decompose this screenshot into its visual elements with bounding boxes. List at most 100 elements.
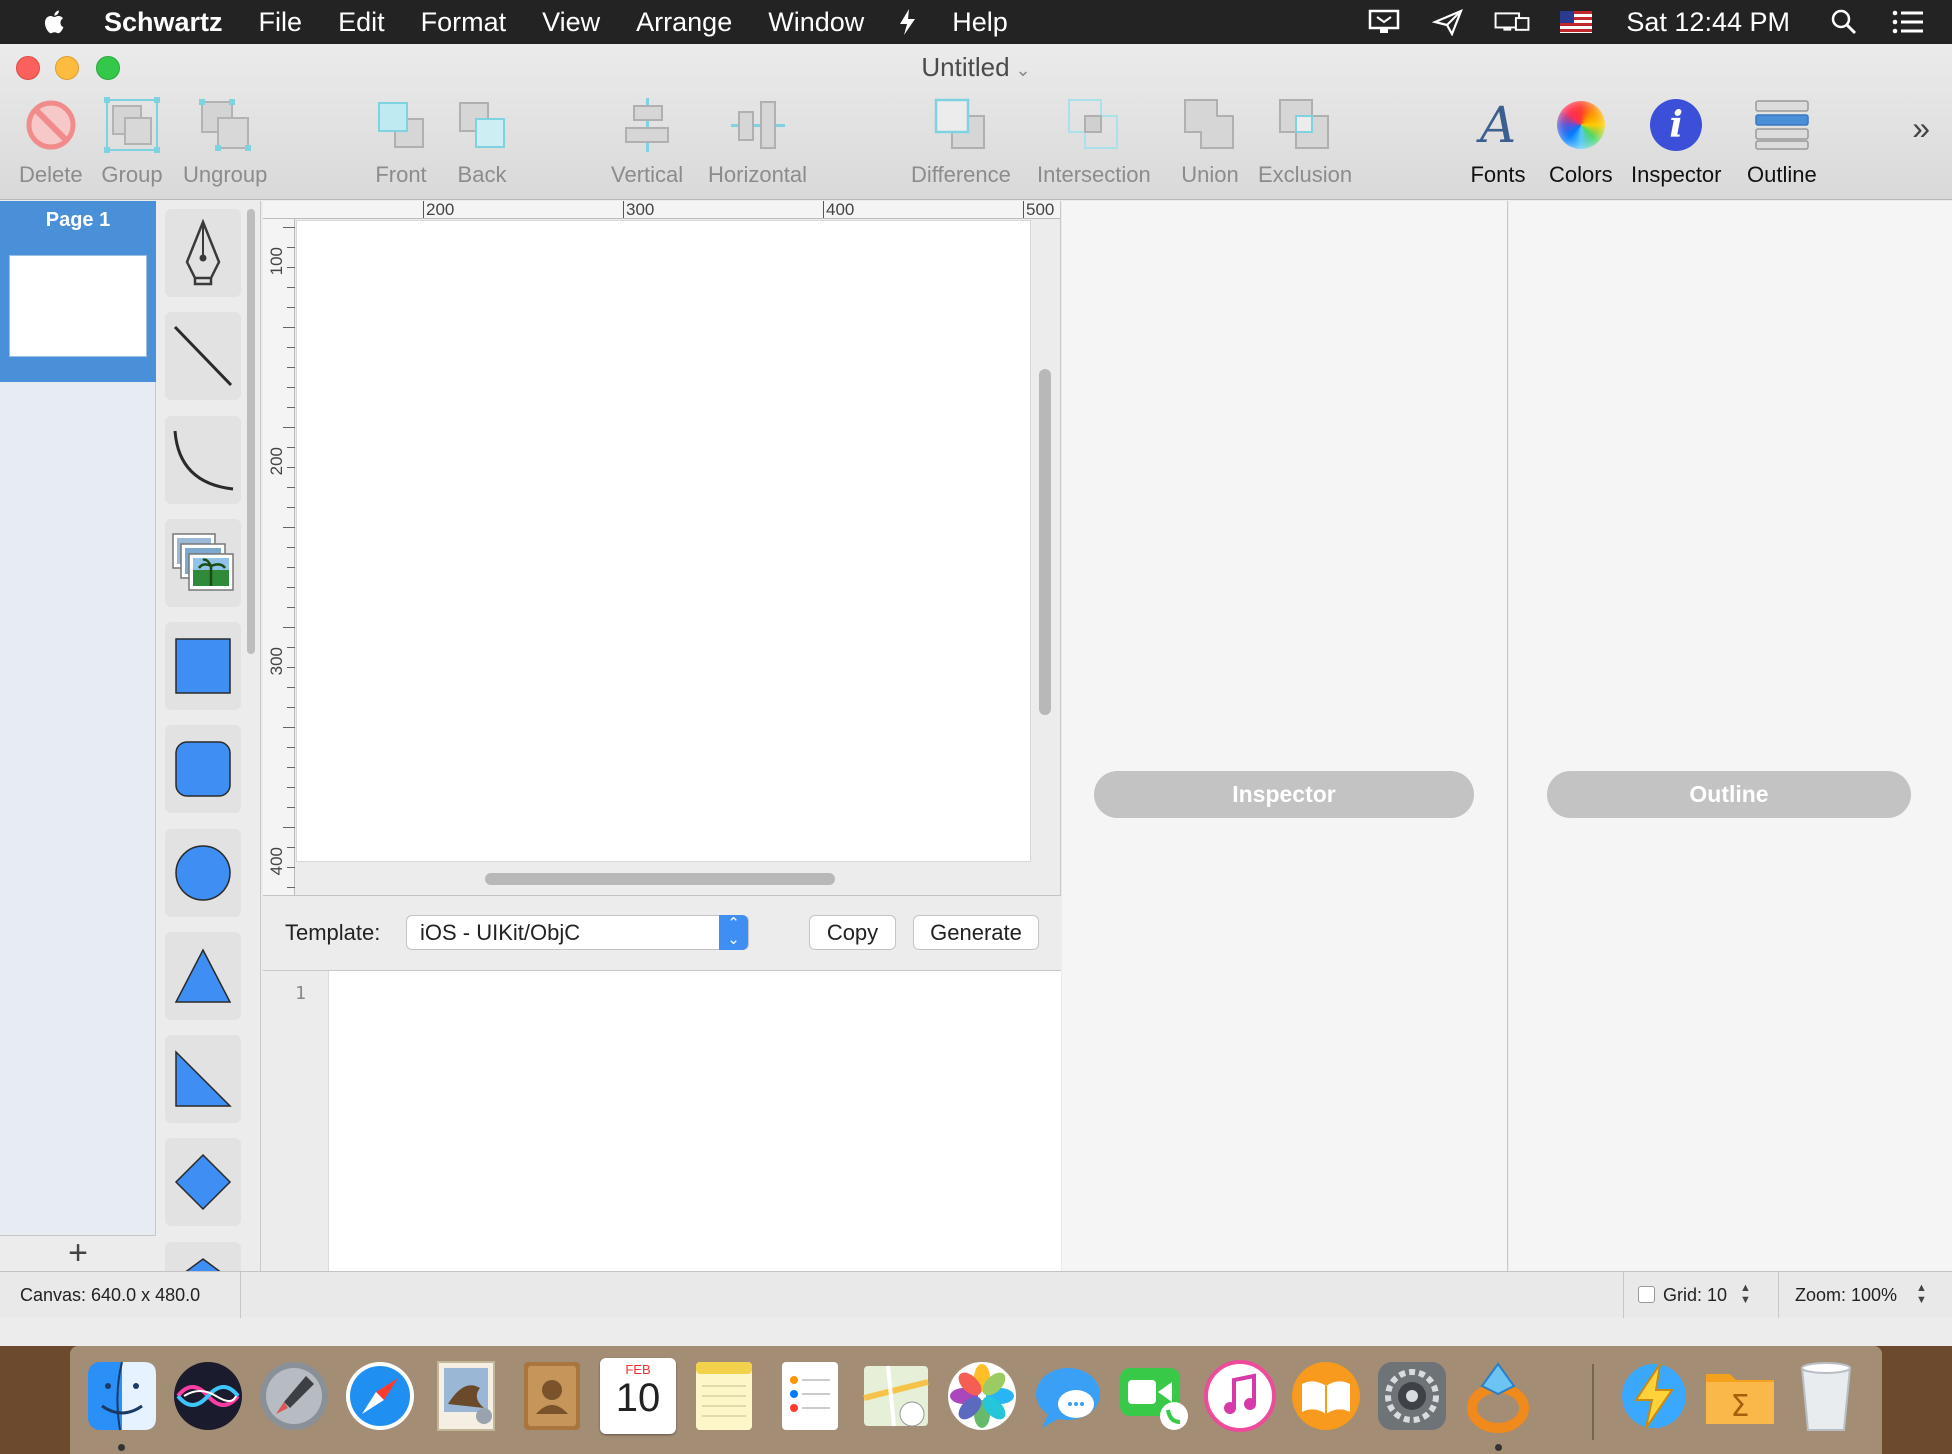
calendar-icon[interactable]: FEB 10 (600, 1358, 676, 1434)
ruler-label-300v: 300 (267, 647, 286, 676)
menu-arrange[interactable]: Arrange (618, 0, 750, 44)
ruler-tick (287, 847, 295, 848)
align-vertical-button[interactable]: Vertical (611, 92, 683, 188)
grid-stepper[interactable]: ▲ ▼ (1740, 1282, 1751, 1306)
schwartz-icon[interactable] (1460, 1358, 1536, 1434)
code-editor[interactable] (329, 971, 1061, 1272)
delete-button[interactable]: Delete (19, 92, 83, 188)
send-to-back-button[interactable]: Back (451, 92, 513, 188)
intersection-button[interactable]: Intersection (1037, 92, 1151, 188)
inspector-button[interactable]: i Inspector (1631, 92, 1722, 188)
add-page-button[interactable]: + (0, 1235, 156, 1271)
photos-icon[interactable] (944, 1358, 1020, 1434)
itunes-icon[interactable] (1202, 1358, 1278, 1434)
script-menu-icon[interactable] (894, 7, 922, 37)
ungroup-icon (194, 92, 256, 158)
canvas-size-label: Canvas: 640.0 x 480.0 (20, 1285, 201, 1305)
documents-icon[interactable]: Σ (1702, 1358, 1778, 1434)
menu-help[interactable]: Help (934, 0, 1026, 44)
toolbar-overflow-icon[interactable]: » (1912, 110, 1930, 147)
template-select[interactable]: iOS - UIKit/ObjC ⌃ ⌄ (406, 915, 749, 950)
difference-button[interactable]: Difference (911, 92, 1011, 188)
notes-icon[interactable] (686, 1358, 762, 1434)
launchpad-icon[interactable] (256, 1358, 332, 1434)
system-preferences-icon[interactable] (1374, 1358, 1450, 1434)
bring-to-front-button[interactable]: Front (370, 92, 432, 188)
window-title[interactable]: Untitled ⌄ (0, 52, 1952, 83)
spotlight-icon[interactable] (1826, 7, 1862, 37)
siri-icon[interactable] (170, 1358, 246, 1434)
menu-format[interactable]: Format (403, 0, 525, 44)
menu-edit[interactable]: Edit (320, 0, 403, 44)
ruler-tick (283, 527, 295, 528)
back-label: Back (457, 162, 507, 187)
group-icon (101, 92, 163, 158)
canvas-horizontal-scrollbar[interactable] (485, 873, 835, 885)
tools-scrollbar[interactable] (247, 209, 255, 654)
messages-icon[interactable] (1030, 1358, 1106, 1434)
generate-button[interactable]: Generate (913, 915, 1039, 950)
ruler-tick (287, 587, 295, 588)
ruler-tick (287, 867, 295, 868)
ruler-tick (283, 627, 295, 628)
zoom-stepper[interactable]: ▲ ▼ (1916, 1282, 1927, 1306)
trash-icon[interactable] (1788, 1358, 1864, 1434)
page-item[interactable]: Page 1 (0, 201, 156, 382)
image-tool[interactable] (165, 519, 241, 607)
safari-icon[interactable] (342, 1358, 418, 1434)
triangle-tool[interactable] (165, 932, 241, 1020)
canvas-vertical-scrollbar[interactable] (1039, 369, 1051, 715)
notification-center-icon[interactable] (1890, 7, 1926, 37)
ruler-tick (287, 367, 295, 368)
airplay-status-icon[interactable] (1494, 7, 1530, 37)
rounded-rectangle-icon (175, 741, 231, 797)
pen-tool[interactable] (165, 209, 241, 297)
pentagon-tool[interactable] (165, 1242, 241, 1271)
group-label: Group (101, 162, 163, 187)
menu-view[interactable]: View (524, 0, 618, 44)
ruler-tick (287, 687, 295, 688)
arc-tool[interactable] (165, 416, 241, 504)
ruler-tick (287, 347, 295, 348)
drawing-canvas[interactable] (296, 220, 1031, 862)
line-tool[interactable] (165, 312, 241, 400)
line-number-gutter: 1 (263, 971, 329, 1272)
facetime-icon[interactable] (1116, 1358, 1192, 1434)
fonts-label: Fonts (1470, 162, 1526, 187)
finder-icon[interactable] (84, 1358, 160, 1434)
ungroup-button[interactable]: Ungroup (183, 92, 267, 188)
contacts-icon[interactable] (514, 1358, 590, 1434)
colors-button[interactable]: Colors (1549, 92, 1613, 188)
reminders-icon[interactable] (772, 1358, 848, 1434)
diamond-tool[interactable] (165, 1138, 241, 1226)
ibooks-icon[interactable] (1288, 1358, 1364, 1434)
send-status-icon[interactable] (1430, 7, 1466, 37)
us-flag-icon[interactable] (1558, 7, 1594, 37)
downloads-icon[interactable] (1616, 1358, 1692, 1434)
group-button[interactable]: Group (101, 92, 163, 188)
fonts-button[interactable]: A Fonts (1467, 92, 1529, 188)
union-button[interactable]: Union (1179, 92, 1241, 188)
ruler-label-300: 300 (623, 201, 654, 218)
apple-menu-icon[interactable] (40, 7, 70, 37)
exclusion-button[interactable]: Exclusion (1258, 92, 1352, 188)
outline-button[interactable]: Outline (1747, 92, 1817, 188)
oval-tool[interactable] (165, 829, 241, 917)
grid-checkbox[interactable] (1638, 1286, 1655, 1303)
menu-file[interactable]: File (241, 0, 321, 44)
ruler-tick (287, 887, 295, 888)
inspector-label: Inspector (1631, 162, 1722, 187)
mail-icon[interactable] (428, 1358, 504, 1434)
triangle-icon (174, 948, 232, 1003)
display-status-icon[interactable] (1366, 7, 1402, 37)
clock[interactable]: Sat 12:44 PM (1626, 7, 1790, 38)
rectangle-tool[interactable] (165, 622, 241, 710)
menu-app-name[interactable]: Schwartz (104, 0, 241, 44)
menu-window[interactable]: Window (750, 0, 882, 44)
maps-icon[interactable] (858, 1358, 934, 1434)
align-horizontal-button[interactable]: Horizontal (708, 92, 807, 188)
right-triangle-tool[interactable] (165, 1035, 241, 1123)
rounded-rectangle-tool[interactable] (165, 725, 241, 813)
fonts-icon: A (1479, 96, 1517, 154)
copy-button[interactable]: Copy (809, 915, 896, 950)
